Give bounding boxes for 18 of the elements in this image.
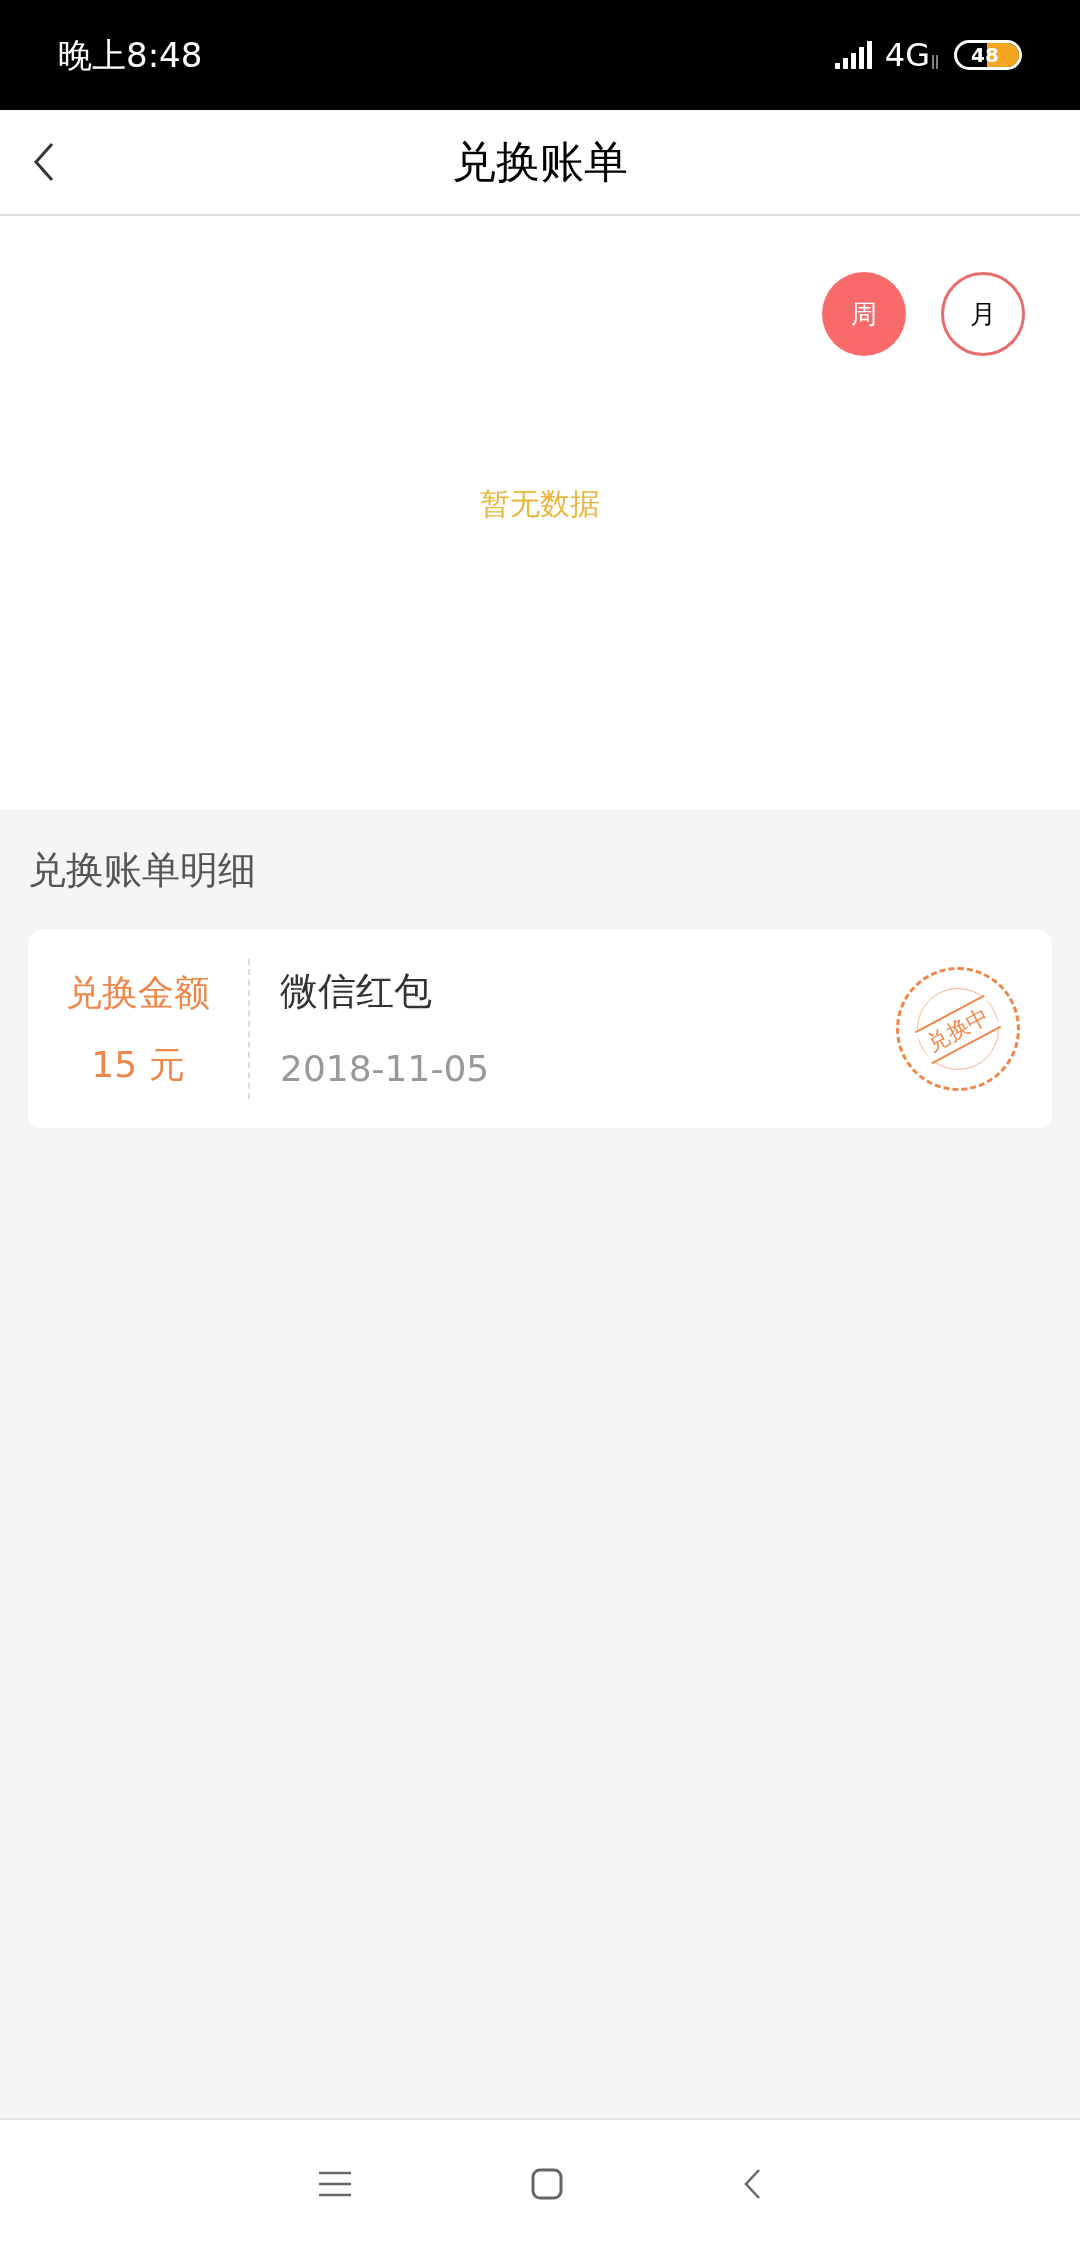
amount-value: 15 元	[91, 1043, 185, 1087]
record-card[interactable]: 兑换金额 15 元 微信红包 2018-11-05 兑换中	[28, 930, 1052, 1128]
home-icon[interactable]	[531, 2168, 563, 2200]
signal-icon	[834, 41, 875, 69]
amount-label: 兑换金额	[66, 971, 210, 1015]
period-tab[interactable]: 月	[941, 272, 1025, 356]
status-time: 晚上8:48	[58, 33, 203, 77]
empty-message: 暂无数据	[480, 485, 600, 523]
network-label: 4G	[884, 35, 930, 76]
menu-icon[interactable]	[319, 2171, 351, 2197]
data-arrows-icon	[930, 55, 940, 69]
status-stamp: 兑换中	[896, 967, 1020, 1091]
section-title: 兑换账单明细	[28, 846, 256, 894]
back-icon[interactable]	[743, 2168, 761, 2200]
record-name: 微信红包	[280, 967, 433, 1015]
record-date: 2018-11-05	[280, 1046, 490, 1091]
back-icon[interactable]	[32, 142, 56, 182]
page-title: 兑换账单	[452, 135, 628, 189]
